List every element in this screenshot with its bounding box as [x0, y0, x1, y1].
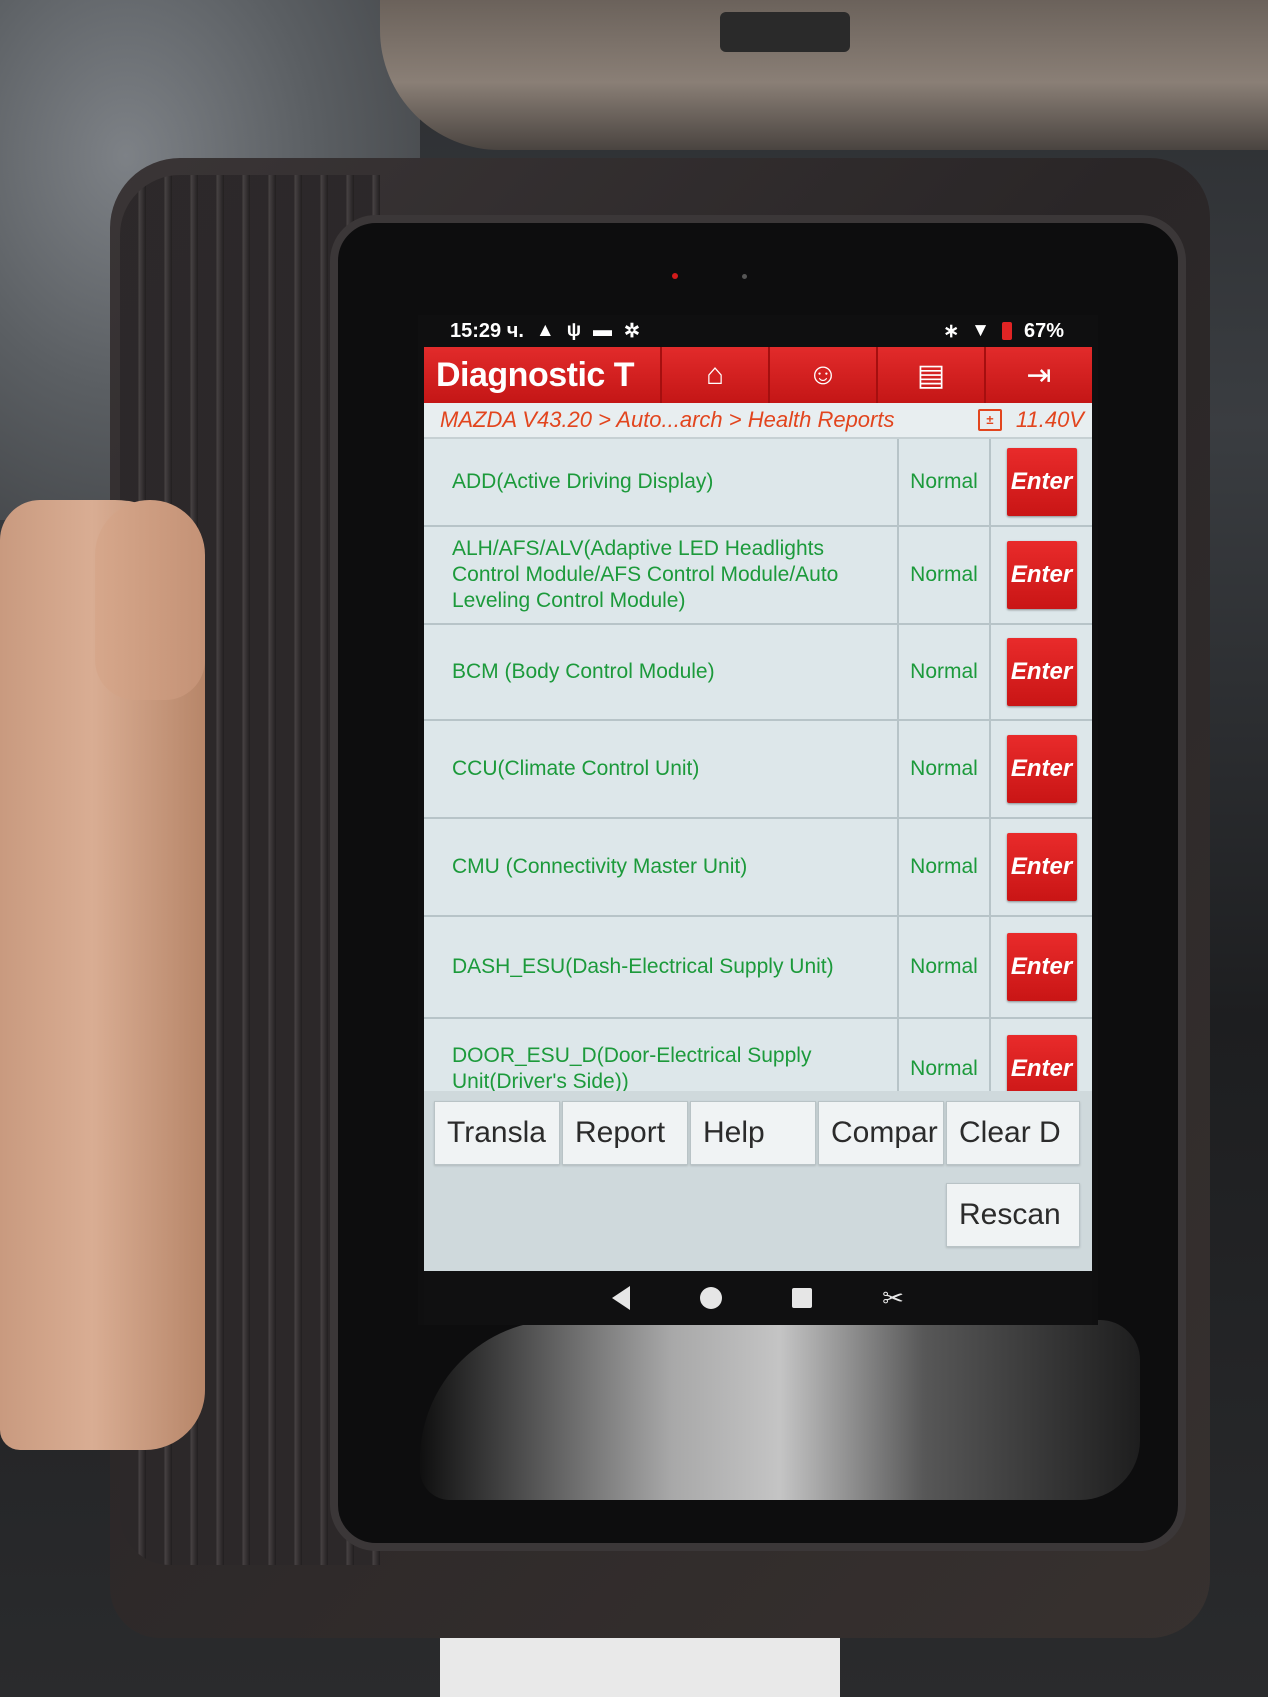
wifi-icon: ▼ — [971, 320, 990, 341]
module-name: BCM (Body Control Module) — [424, 625, 899, 719]
message-icon: ▬ — [593, 320, 613, 341]
diagnostic-app: Diagnostic T ⌂ ☺ ▤ ⇥ MAZDA V43.20 > Auto… — [424, 347, 1092, 1325]
breadcrumb-path[interactable]: MAZDA V43.20 > Auto...arch > Health Repo… — [440, 407, 894, 433]
screenshot-icon[interactable]: ✂ — [882, 1283, 904, 1314]
enter-button[interactable]: Enter — [1006, 833, 1077, 901]
app-title: Diagnostic T — [436, 355, 635, 394]
usb-icon: ψ — [566, 320, 582, 341]
voltage-reading: 11.40V — [1015, 407, 1084, 432]
home-circle-icon[interactable] — [700, 1287, 723, 1309]
bluetooth-icon: ∗ — [943, 320, 960, 342]
module-status: Normal — [899, 819, 991, 915]
recents-icon[interactable] — [792, 1288, 813, 1308]
battery-icon — [1001, 322, 1012, 340]
print-button[interactable]: ▤ — [876, 347, 984, 403]
table-row: CCU(Climate Control Unit) Normal Enter — [424, 721, 1092, 819]
settings-icon: ✲ — [624, 320, 640, 342]
table-row: CMU (Connectivity Master Unit) Normal En… — [424, 819, 1092, 917]
table-row: ALH/AFS/ALV(Adaptive LED Headlights Cont… — [424, 527, 1092, 625]
module-name: ADD(Active Driving Display) — [424, 439, 899, 525]
device-screen: 15:29 ч. ▲ ψ ▬ ✲ ∗ ▼ 67% Diagnostic T ⌂ … — [418, 315, 1098, 1325]
app-toolbar: Diagnostic T ⌂ ☺ ▤ ⇥ — [424, 347, 1092, 403]
glass-reflection — [420, 1320, 1140, 1500]
module-status: Normal — [899, 625, 991, 719]
print-icon: ▤ — [916, 358, 946, 392]
module-status: Normal — [899, 721, 991, 817]
translate-button[interactable]: Transla — [434, 1101, 560, 1165]
user-button[interactable]: ☺ — [768, 347, 876, 403]
battery-voltage-icon: ± — [977, 409, 1002, 431]
enter-button[interactable]: Enter — [1006, 933, 1077, 1001]
table-row: DASH_ESU(Dash-Electrical Supply Unit) No… — [424, 917, 1092, 1019]
module-status: Normal — [899, 527, 991, 623]
breadcrumb: MAZDA V43.20 > Auto...arch > Health Repo… — [424, 403, 1092, 439]
clear-dtc-button[interactable]: Clear D — [946, 1101, 1080, 1165]
footer-toolbar: Transla Report Help Compar Clear D Resca… — [424, 1091, 1092, 1271]
door-handle — [720, 12, 850, 52]
help-button[interactable]: Help — [690, 1101, 816, 1165]
report-button[interactable]: Report — [562, 1101, 688, 1165]
thumb — [95, 500, 205, 700]
module-list: ADD(Active Driving Display) Normal Enter… — [424, 439, 1092, 1121]
status-time: 15:29 ч. — [450, 319, 524, 342]
module-status: Normal — [899, 439, 991, 525]
user-icon: ☺ — [807, 358, 839, 391]
module-name: DASH_ESU(Dash-Electrical Supply Unit) — [424, 917, 899, 1017]
home-icon: ⌂ — [705, 358, 725, 391]
enter-button[interactable]: Enter — [1006, 448, 1077, 516]
compare-button[interactable]: Compar — [818, 1101, 944, 1165]
enter-button[interactable]: Enter — [1006, 735, 1077, 803]
android-nav-bar: ✂ — [424, 1271, 1092, 1325]
back-icon[interactable] — [612, 1286, 631, 1310]
module-status: Normal — [899, 917, 991, 1017]
enter-button[interactable]: Enter — [1006, 541, 1077, 609]
exit-button[interactable]: ⇥ — [984, 347, 1092, 403]
enter-button[interactable]: Enter — [1006, 638, 1077, 706]
rescan-button[interactable]: Rescan — [946, 1183, 1080, 1247]
table-row: ADD(Active Driving Display) Normal Enter — [424, 439, 1092, 527]
table-row: BCM (Body Control Module) Normal Enter — [424, 625, 1092, 721]
warning-icon: ▲ — [535, 320, 555, 341]
module-name: CCU(Climate Control Unit) — [424, 721, 899, 817]
home-button[interactable]: ⌂ — [660, 347, 768, 403]
camera-led — [672, 273, 678, 279]
module-name: CMU (Connectivity Master Unit) — [424, 819, 899, 915]
camera-lens — [742, 274, 747, 279]
exit-icon: ⇥ — [1026, 358, 1052, 392]
battery-level: 67% — [1023, 319, 1064, 342]
status-bar: 15:29 ч. ▲ ψ ▬ ✲ ∗ ▼ 67% — [418, 315, 1098, 347]
module-name: ALH/AFS/ALV(Adaptive LED Headlights Cont… — [424, 527, 899, 623]
